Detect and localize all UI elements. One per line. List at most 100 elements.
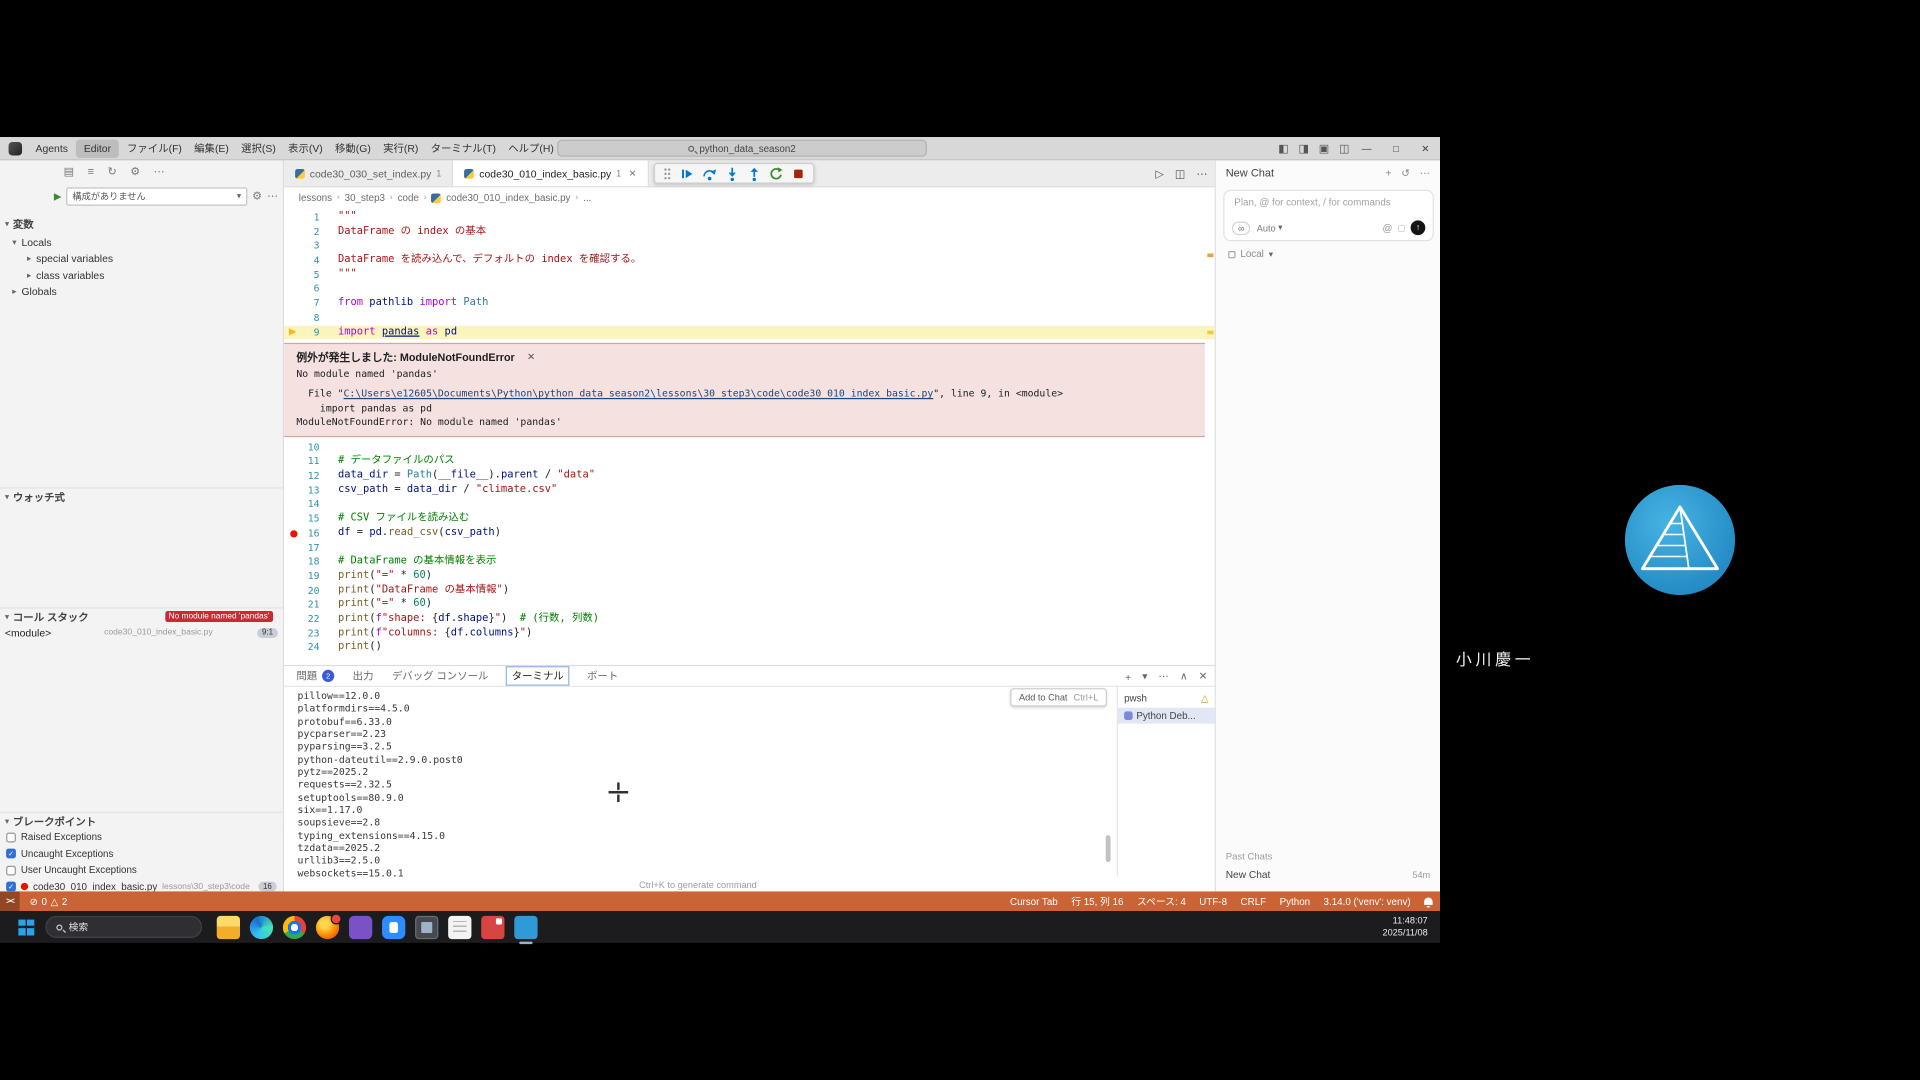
variable-item[interactable]: ▸class variables (0, 267, 283, 284)
code-line[interactable]: 8 (284, 311, 1215, 325)
model-selector[interactable]: Auto ▾ (1257, 222, 1283, 233)
code-line[interactable]: 12data_dir = Path(__file__).parent / "da… (284, 469, 1215, 483)
vscode-icon[interactable] (514, 915, 537, 938)
gutter[interactable]: 21 (284, 598, 328, 612)
code-line[interactable]: 11# データファイルのパス (284, 455, 1215, 469)
code-editor[interactable]: 1"""2DataFrame の index の基本34DataFrame を読… (284, 208, 1215, 665)
gutter[interactable]: 20 (284, 584, 328, 598)
gutter[interactable]: 1 (284, 211, 328, 225)
menu-item-edit[interactable]: 編集(E) (188, 137, 235, 160)
terminal-dropdown-icon[interactable]: ▾ (1142, 670, 1147, 683)
gutter[interactable]: 16 (284, 526, 328, 540)
terminal-list-item[interactable]: pwsh△ (1118, 691, 1215, 708)
screen-recorder-icon[interactable] (415, 915, 438, 938)
gutter[interactable]: 6 (284, 282, 328, 296)
command-center-search[interactable]: python_data_season2 (557, 140, 927, 157)
ellipsis-icon[interactable]: ⋯ (154, 164, 165, 180)
step-out-icon[interactable] (747, 166, 762, 181)
menu-item-agents[interactable]: Agents (29, 137, 74, 160)
gutter[interactable]: 23 (284, 626, 328, 640)
editor-more-icon[interactable]: ⋯ (1196, 167, 1207, 180)
history-icon[interactable]: ↺ (1401, 166, 1410, 179)
terminal-list-item[interactable]: Python Deb... (1118, 707, 1215, 724)
remote-indicator-icon[interactable]: >< (0, 891, 20, 911)
gutter[interactable]: 12 (284, 469, 328, 483)
maximize-button[interactable]: □ (1381, 137, 1410, 160)
edge-icon[interactable] (250, 915, 273, 938)
breakpoint-icon[interactable] (290, 530, 297, 537)
close-icon[interactable]: ✕ (629, 168, 637, 179)
gutter[interactable]: 13 (284, 483, 328, 497)
gear-icon[interactable]: ⚙ (252, 188, 262, 204)
gutter[interactable]: 15 (284, 512, 328, 526)
code-line[interactable]: 14 (284, 498, 1215, 512)
gutter[interactable]: 5 (284, 268, 328, 282)
gear-icon[interactable]: ⚙ (130, 164, 140, 180)
code-line[interactable]: 21print("=" * 60) (284, 598, 1215, 612)
panel-tab-デバッグ コンソール[interactable]: デバッグ コンソール (392, 669, 489, 684)
layout-secondary-icon[interactable]: ◫ (1339, 142, 1349, 155)
zoom-icon[interactable] (382, 915, 405, 938)
status-item[interactable]: UTF-8 (1199, 896, 1227, 907)
menu-item-editor[interactable]: Editor (76, 139, 118, 157)
stack-frame-row[interactable]: <module> code30_010_index_basic.py 9:1 (0, 624, 283, 640)
taskbar-search[interactable]: 検索 (45, 916, 202, 938)
chat-more-icon[interactable]: ⋯ (1420, 166, 1430, 179)
stop-icon[interactable] (791, 166, 806, 181)
firefox-icon[interactable] (316, 915, 339, 938)
step-into-icon[interactable] (725, 166, 740, 181)
panel-tab-問題[interactable]: 問題2 (296, 669, 334, 684)
code-line[interactable]: 5""" (284, 268, 1215, 282)
code-line[interactable]: 4DataFrame を読み込んで、デフォルトの index を確認する。 (284, 254, 1215, 268)
code-line[interactable]: 13csv_path = data_dir / "climate.csv" (284, 483, 1215, 497)
more-actions-icon[interactable]: ⋯ (267, 188, 278, 204)
variable-item[interactable]: ▸special variables (0, 250, 283, 267)
split-editor-icon[interactable]: ◫ (1175, 167, 1185, 180)
open-editors-icon[interactable]: ▤ (64, 164, 74, 180)
code-line[interactable]: 15# CSV ファイルを読み込む (284, 512, 1215, 526)
editor-tab[interactable]: code30_010_index_basic.py1✕ (454, 160, 649, 186)
breadcrumb-item[interactable]: code30_010_index_basic.py (446, 192, 570, 203)
panel-more-icon[interactable]: ⋯ (1159, 670, 1169, 683)
agent-mode-icon[interactable]: ∞ (1232, 221, 1251, 234)
panel-tab-ポート[interactable]: ポート (587, 669, 618, 684)
checkbox-icon[interactable]: ✓ (6, 882, 16, 891)
breadcrumb-item[interactable]: code (398, 192, 419, 203)
gutter[interactable]: 24 (284, 641, 328, 655)
filter-icon[interactable]: ≡ (88, 164, 94, 180)
layout-sidebar-icon[interactable]: ◧ (1278, 142, 1288, 155)
menu-item-terminal[interactable]: ターミナル(T) (424, 137, 502, 160)
menu-item-help[interactable]: ヘルプ(H) (502, 137, 560, 160)
gutter[interactable]: 18 (284, 555, 328, 569)
breakpoint-row[interactable]: User Uncaught Exceptions (0, 862, 283, 879)
section-variables[interactable]: ▾ 変数 (0, 216, 283, 233)
run-python-file-icon[interactable]: ▷ (1155, 167, 1163, 180)
variable-item[interactable]: ▸Globals (0, 283, 283, 300)
status-item[interactable]: Cursor Tab (1010, 896, 1058, 907)
code-line[interactable]: 10 (284, 440, 1215, 454)
gutter[interactable]: 22 (284, 612, 328, 626)
continue-icon[interactable] (680, 166, 695, 181)
gutter[interactable]: 19 (284, 569, 328, 583)
menu-item-go[interactable]: 移動(G) (329, 137, 377, 160)
checkbox-icon[interactable] (6, 865, 16, 875)
context-local[interactable]: Local ▾ (1228, 249, 1273, 260)
status-item[interactable]: CRLF (1241, 896, 1267, 907)
close-icon[interactable]: ✕ (527, 352, 535, 363)
code-line[interactable]: 20print("DataFrame の基本情報") (284, 584, 1215, 598)
status-item[interactable]: スペース: 4 (1137, 894, 1186, 907)
panel-maximize-icon[interactable]: ∧ (1180, 670, 1188, 683)
code-line[interactable]: 23print(f"columns: {df.columns}") (284, 626, 1215, 640)
gutter[interactable]: 7 (284, 296, 328, 310)
gutter[interactable]: 9 (284, 325, 328, 339)
panel-close-icon[interactable]: ✕ (1199, 670, 1208, 683)
menu-item-file[interactable]: ファイル(F) (121, 137, 188, 160)
code-line[interactable]: 17 (284, 541, 1215, 555)
recent-chat-row[interactable]: New Chat 54m (1226, 868, 1430, 880)
send-button[interactable]: ↑ (1411, 220, 1426, 235)
code-line[interactable]: 7from pathlib import Path (284, 296, 1215, 310)
code-line[interactable]: 3 (284, 239, 1215, 253)
mention-icon[interactable]: @ (1382, 222, 1392, 233)
menu-item-selection[interactable]: 選択(S) (235, 137, 282, 160)
breakpoint-row[interactable]: ✓code30_010_index_basic.pylessons\30_ste… (0, 879, 283, 892)
